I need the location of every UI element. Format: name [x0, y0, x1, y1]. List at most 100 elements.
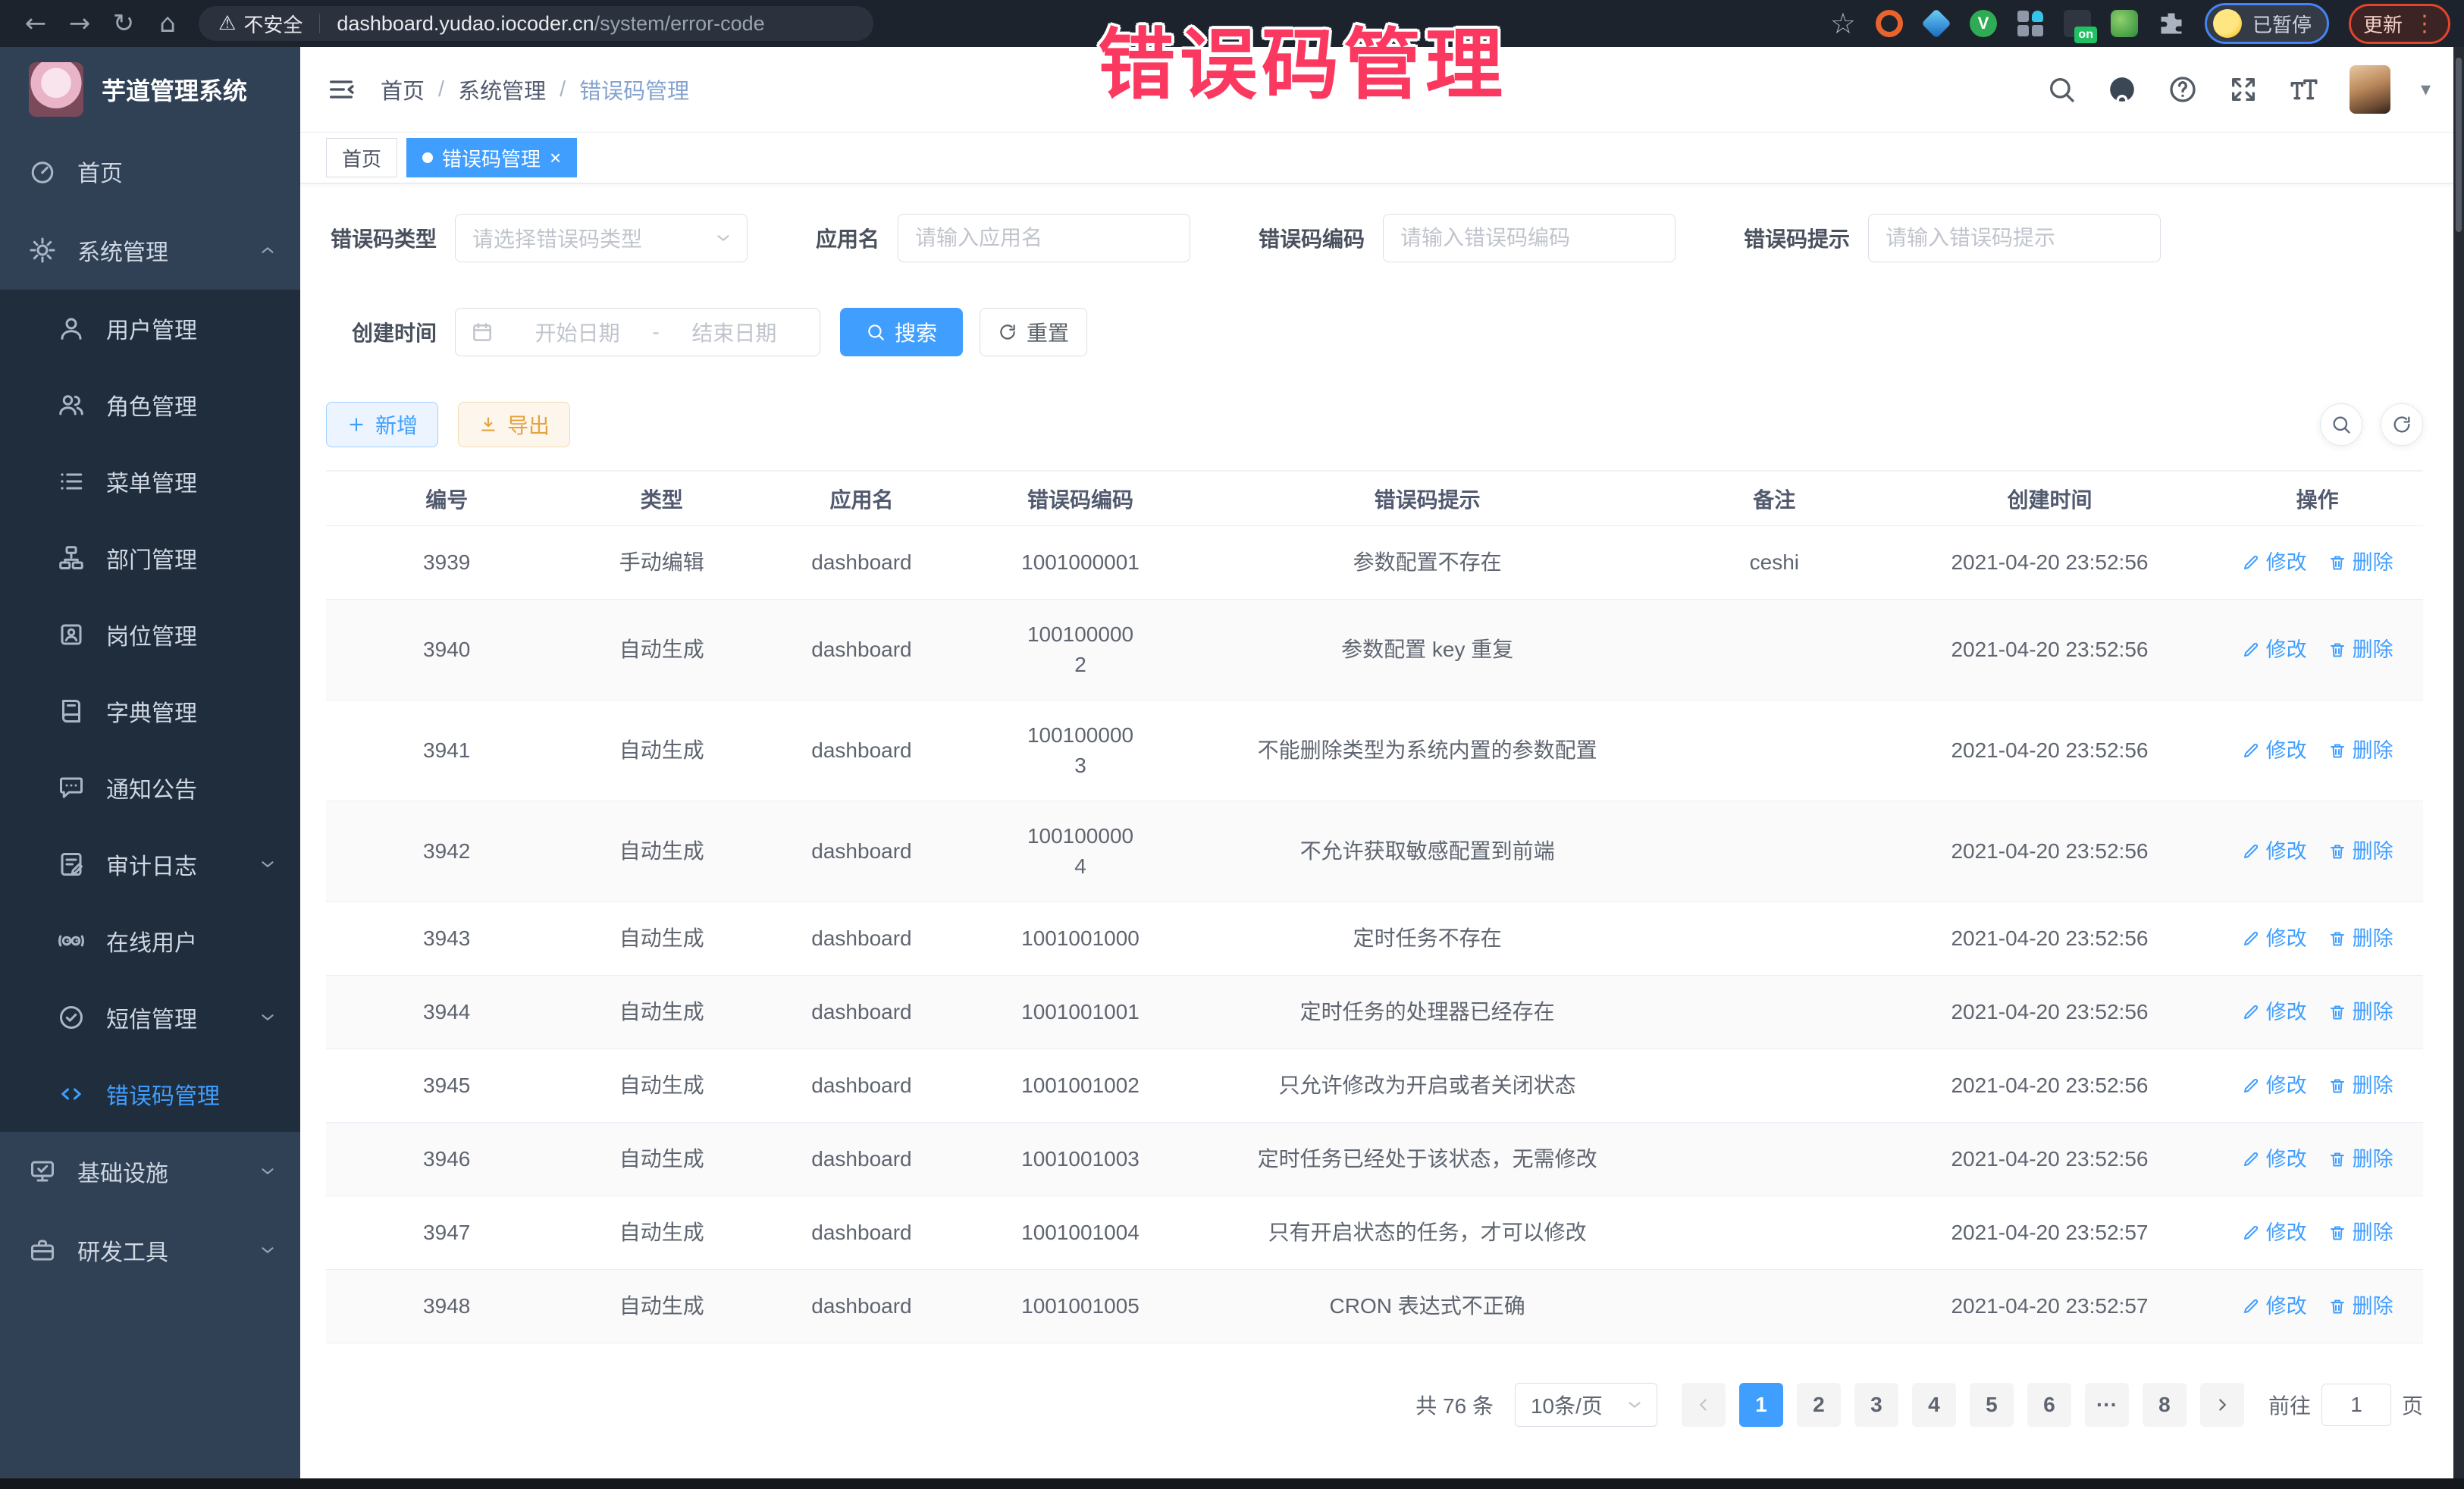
avatar-caret-icon[interactable]: ▾: [2421, 78, 2431, 101]
extension-icon-tab-squares[interactable]: [2017, 10, 2044, 37]
edit-link[interactable]: 修改: [2242, 635, 2307, 665]
tab-error-code[interactable]: 错误码管理 ×: [406, 138, 577, 177]
show-search-button[interactable]: [2320, 403, 2362, 446]
page-size-select[interactable]: 10条/页: [1515, 1383, 1657, 1427]
extension-icon-green-blob[interactable]: [2111, 10, 2138, 37]
sidebar-item-home[interactable]: 首页: [0, 132, 300, 211]
delete-link[interactable]: 删除: [2328, 547, 2393, 578]
browser-reload-icon[interactable]: ↻: [102, 8, 146, 39]
add-button[interactable]: 新增: [326, 402, 438, 447]
page-button[interactable]: 3: [1854, 1383, 1898, 1427]
table-row[interactable]: 3940 自动生成 dashboard 100100000 2 参数配置 key…: [326, 600, 2423, 701]
delete-link[interactable]: 删除: [2328, 923, 2393, 954]
edit-link[interactable]: 修改: [2242, 547, 2307, 578]
delete-link[interactable]: 删除: [2328, 1218, 2393, 1248]
page-button[interactable]: 5: [1970, 1383, 2014, 1427]
error-code-input[interactable]: [1383, 214, 1676, 262]
help-icon[interactable]: [2168, 74, 2198, 105]
extension-icon-orange-ring[interactable]: [1876, 10, 1903, 37]
browser-update-button[interactable]: 更新 ⋮: [2349, 4, 2450, 44]
edit-link[interactable]: 修改: [2242, 997, 2307, 1027]
delete-link[interactable]: 删除: [2328, 635, 2393, 665]
user-avatar[interactable]: [2350, 65, 2390, 114]
hamburger-collapse-icon[interactable]: [326, 74, 356, 105]
page-button[interactable]: ···: [2085, 1383, 2129, 1427]
sidebar-item-sms[interactable]: 短信管理: [0, 979, 300, 1055]
prev-page-button[interactable]: [1682, 1383, 1726, 1427]
font-size-icon[interactable]: [2289, 74, 2319, 105]
not-secure-badge[interactable]: ⚠ 不安全: [218, 10, 303, 38]
error-type-select[interactable]: 请选择错误码类型: [455, 214, 748, 262]
sidebar-item-posts[interactable]: 岗位管理: [0, 596, 300, 672]
sidebar-item-infrastructure[interactable]: 基础设施: [0, 1132, 300, 1211]
refresh-table-button[interactable]: [2381, 403, 2423, 446]
search-icon[interactable]: [2046, 74, 2077, 105]
edit-link[interactable]: 修改: [2242, 1144, 2307, 1174]
search-button[interactable]: 搜索: [840, 308, 963, 356]
error-hint-input[interactable]: [1868, 214, 2161, 262]
puzzle-extensions-icon[interactable]: [2158, 10, 2185, 37]
sidebar-item-error-code[interactable]: 错误码管理: [0, 1055, 300, 1132]
table-row[interactable]: 3945 自动生成 dashboard 1001001002 只允许修改为开启或…: [326, 1049, 2423, 1123]
edit-link[interactable]: 修改: [2242, 1291, 2307, 1321]
browser-forward-icon[interactable]: →: [58, 8, 102, 39]
bookmark-star-icon[interactable]: ☆: [1830, 7, 1856, 40]
sidebar-item-departments[interactable]: 部门管理: [0, 519, 300, 596]
goto-page-input[interactable]: [2321, 1384, 2391, 1426]
edit-link[interactable]: 修改: [2242, 923, 2307, 954]
app-logo-row[interactable]: 芋道管理系统: [0, 47, 300, 132]
fullscreen-icon[interactable]: [2228, 74, 2259, 105]
date-range-picker[interactable]: 开始日期 - 结束日期: [455, 308, 820, 356]
table-row[interactable]: 3948 自动生成 dashboard 1001001005 CRON 表达式不…: [326, 1270, 2423, 1343]
tab-close-icon[interactable]: ×: [550, 148, 561, 168]
sidebar-item-menus[interactable]: 菜单管理: [0, 443, 300, 519]
page-button[interactable]: 8: [2143, 1383, 2187, 1427]
breadcrumb-system[interactable]: 系统管理: [458, 74, 546, 105]
next-page-button[interactable]: [2200, 1383, 2244, 1427]
page-button[interactable]: 1: [1739, 1383, 1783, 1427]
sidebar-item-dev-tools[interactable]: 研发工具: [0, 1211, 300, 1290]
table-row[interactable]: 3946 自动生成 dashboard 1001001003 定时任务已经处于该…: [326, 1123, 2423, 1196]
sidebar-item-audit-log[interactable]: 审计日志: [0, 826, 300, 902]
extension-icon-green-v[interactable]: V: [1970, 10, 1997, 37]
sidebar-item-online-users[interactable]: 在线用户: [0, 902, 300, 979]
extension-icon-blue-gem[interactable]: [1923, 10, 1950, 37]
delete-link[interactable]: 删除: [2328, 836, 2393, 867]
sidebar-item-system[interactable]: 系统管理: [0, 211, 300, 290]
browser-home-icon[interactable]: ⌂: [146, 8, 190, 39]
window-scrollbar[interactable]: [2453, 47, 2464, 1478]
app-name-input[interactable]: [898, 214, 1190, 262]
table-row[interactable]: 3944 自动生成 dashboard 1001001001 定时任务的处理器已…: [326, 976, 2423, 1049]
tab-home[interactable]: 首页: [326, 138, 397, 177]
table-row[interactable]: 3942 自动生成 dashboard 100100000 4 不允许获取敏感配…: [326, 801, 2423, 902]
extension-icon-dark-on[interactable]: on: [2064, 10, 2091, 37]
table-row[interactable]: 3943 自动生成 dashboard 1001001000 定时任务不存在 2…: [326, 902, 2423, 976]
edit-link[interactable]: 修改: [2242, 735, 2307, 766]
sidebar-item-roles[interactable]: 角色管理: [0, 366, 300, 443]
browser-profile-paused[interactable]: 已暂停: [2205, 3, 2329, 44]
delete-link[interactable]: 删除: [2328, 735, 2393, 766]
sidebar-item-users[interactable]: 用户管理: [0, 290, 300, 366]
delete-link[interactable]: 删除: [2328, 1071, 2393, 1101]
github-icon[interactable]: [2107, 74, 2137, 105]
edit-link[interactable]: 修改: [2242, 836, 2307, 867]
delete-link[interactable]: 删除: [2328, 997, 2393, 1027]
edit-link[interactable]: 修改: [2242, 1218, 2307, 1248]
browser-back-icon[interactable]: ←: [14, 8, 58, 39]
delete-link[interactable]: 删除: [2328, 1144, 2393, 1174]
edit-link[interactable]: 修改: [2242, 1071, 2307, 1101]
table-row[interactable]: 3941 自动生成 dashboard 100100000 3 不能删除类型为系…: [326, 701, 2423, 801]
sidebar-item-dictionary[interactable]: 字典管理: [0, 672, 300, 749]
scrollbar-thumb[interactable]: [2456, 58, 2462, 232]
delete-link[interactable]: 删除: [2328, 1291, 2393, 1321]
export-button[interactable]: 导出: [458, 402, 570, 447]
page-button[interactable]: 4: [1912, 1383, 1956, 1427]
reset-button[interactable]: 重置: [980, 308, 1087, 356]
breadcrumb-home[interactable]: 首页: [381, 74, 425, 105]
address-bar[interactable]: ⚠ 不安全 dashboard.yudao.iocoder.cn /system…: [199, 6, 873, 41]
table-row[interactable]: 3947 自动生成 dashboard 1001001004 只有开启状态的任务…: [326, 1196, 2423, 1270]
page-button[interactable]: 2: [1797, 1383, 1841, 1427]
more-menu-icon[interactable]: ⋮: [2413, 11, 2436, 37]
sidebar-item-notices[interactable]: 通知公告: [0, 749, 300, 826]
page-button[interactable]: 6: [2027, 1383, 2071, 1427]
